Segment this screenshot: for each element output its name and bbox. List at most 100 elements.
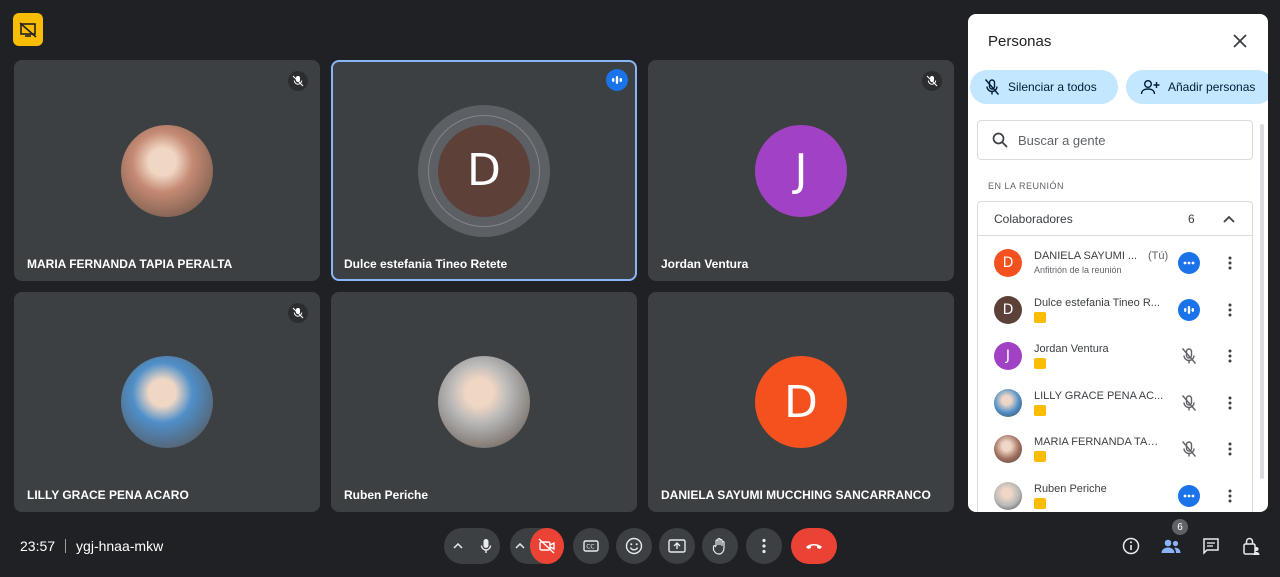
mic-off-icon [926, 75, 938, 87]
chevron-up-icon [1223, 215, 1235, 223]
svg-text:CC: CC [586, 544, 594, 551]
participant-options-button[interactable] [1224, 438, 1236, 460]
participant-avatar: D [994, 295, 1022, 324]
more-vert-icon [1228, 442, 1232, 456]
participant-photo [438, 356, 530, 448]
search-people-input[interactable]: Buscar a gente [977, 120, 1253, 160]
person-add-icon [1140, 80, 1160, 95]
close-icon [1233, 34, 1247, 48]
search-placeholder: Buscar a gente [1018, 132, 1106, 148]
audio-options-button[interactable] [444, 528, 472, 564]
presenting-off-badge [1034, 451, 1046, 462]
presenting-off-badge [1034, 311, 1046, 323]
divider [65, 539, 67, 553]
present-icon [668, 539, 686, 553]
presenting-off-badge [1034, 358, 1046, 369]
audio-dots-icon [1183, 261, 1195, 265]
participant-name: DANIELA SAYUMI MUCCHING SANCARRANCO [661, 488, 931, 502]
audio-indicator [1178, 484, 1200, 507]
mute-all-button[interactable]: Silenciar a todos [970, 70, 1118, 104]
more-vert-icon [1228, 303, 1232, 316]
participant-avatar: D [994, 249, 1022, 277]
participant-tile[interactable]: J Jordan Ventura [648, 60, 954, 281]
muted-indicator[interactable] [1178, 392, 1200, 414]
people-panel: Personas Silenciar a todos Añadir person… [968, 14, 1268, 512]
participant-options-button[interactable] [1224, 299, 1236, 321]
collaborators-group: Colaboradores 6 D DANIELA SAYUMI ... (Tú) A… [977, 201, 1253, 512]
mic-off-icon [292, 75, 304, 87]
raise-hand-button[interactable] [702, 528, 738, 564]
host-controls-button[interactable] [1238, 533, 1264, 559]
muted-indicator[interactable] [1178, 438, 1200, 460]
captions-icon: CC [583, 540, 599, 552]
audio-level-icon [1184, 305, 1194, 314]
presenting-off-badge [1034, 404, 1046, 416]
more-vert-icon [762, 538, 766, 554]
presentation-off-badge[interactable] [13, 13, 43, 46]
participant-name: Ruben Periche [1034, 482, 1107, 495]
participant-row[interactable]: LILLY GRACE PENA AC... [978, 380, 1254, 426]
close-panel-button[interactable] [1229, 30, 1251, 52]
participant-name: MARIA FERNANDA TAPIA PERALTA [27, 257, 233, 271]
more-vert-icon [1228, 349, 1232, 363]
participant-row[interactable]: D Dulce estefania Tineo R... [978, 287, 1254, 333]
participant-avatar: D [438, 124, 530, 217]
participant-tile[interactable]: D Dulce estefania Tineo Retete [331, 60, 637, 281]
participant-tile[interactable]: Ruben Periche [331, 292, 637, 512]
add-people-button[interactable]: Añadir personas [1126, 70, 1268, 104]
participant-photo [994, 388, 1022, 417]
panel-scrollbar[interactable] [1260, 124, 1264, 479]
muted-indicator [922, 71, 942, 91]
participant-name: MARIA FERNANDA TAPI... [1034, 436, 1164, 448]
participant-options-button[interactable] [1224, 345, 1236, 367]
audio-level-icon [612, 76, 622, 84]
end-call-icon [806, 544, 822, 549]
meeting-info: 23:57 ygj-hnaa-mkw [20, 538, 163, 554]
lock-person-icon [1243, 537, 1260, 555]
participant-options-button[interactable] [1224, 485, 1236, 507]
captions-button[interactable]: CC [573, 528, 609, 564]
you-label: (Tú) [1148, 250, 1169, 262]
camera-control-group [510, 528, 564, 564]
mic-off-icon [292, 307, 304, 319]
video-options-button[interactable] [510, 528, 530, 564]
chevron-up-icon [453, 543, 463, 549]
mic-button[interactable] [472, 528, 500, 564]
more-vert-icon [1228, 396, 1232, 409]
leave-call-button[interactable] [791, 528, 837, 564]
meeting-details-button[interactable] [1118, 533, 1144, 559]
participant-row[interactable]: Ruben Periche [978, 473, 1254, 513]
muted-indicator [288, 303, 308, 323]
collaborators-header[interactable]: Colaboradores 6 [978, 202, 1252, 236]
muted-indicator[interactable] [1178, 345, 1200, 367]
participant-tile[interactable]: MARIA FERNANDA TAPIA PERALTA [14, 60, 320, 281]
clock-time: 23:57 [20, 538, 56, 554]
people-button[interactable] [1158, 533, 1184, 559]
speaking-indicator [606, 69, 628, 91]
mic-off-icon [1181, 394, 1197, 411]
participant-name: Jordan Ventura [1034, 343, 1109, 355]
participant-avatar: J [755, 124, 847, 217]
reactions-button[interactable] [616, 528, 652, 564]
participant-row[interactable]: J Jordan Ventura [978, 333, 1254, 379]
participant-name: Jordan Ventura [661, 257, 749, 271]
more-options-button[interactable] [746, 528, 782, 564]
chat-button[interactable] [1198, 533, 1224, 559]
collapse-group-button[interactable] [1220, 210, 1238, 228]
participant-photo [121, 124, 213, 217]
participant-tile[interactable]: D DANIELA SAYUMI MUCCHING SANCARRANCO [648, 292, 954, 512]
mic-off-icon [1181, 348, 1197, 364]
participant-tile[interactable]: LILLY GRACE PENA ACARO [14, 292, 320, 512]
screen-off-icon [19, 21, 37, 38]
participant-options-button[interactable] [1224, 252, 1236, 274]
participant-avatar: J [994, 342, 1022, 370]
add-people-label: Añadir personas [1168, 80, 1256, 94]
camera-off-button[interactable] [530, 528, 564, 564]
present-screen-button[interactable] [659, 528, 695, 564]
participant-row[interactable]: D DANIELA SAYUMI ... (Tú) Anfitrión de la r… [978, 240, 1254, 286]
participant-avatar: D [755, 356, 847, 448]
audio-indicator [1178, 252, 1200, 274]
host-label: Anfitrión de la reunión [1034, 265, 1122, 275]
participant-options-button[interactable] [1224, 392, 1236, 414]
participant-row[interactable]: MARIA FERNANDA TAPI... [978, 426, 1254, 472]
